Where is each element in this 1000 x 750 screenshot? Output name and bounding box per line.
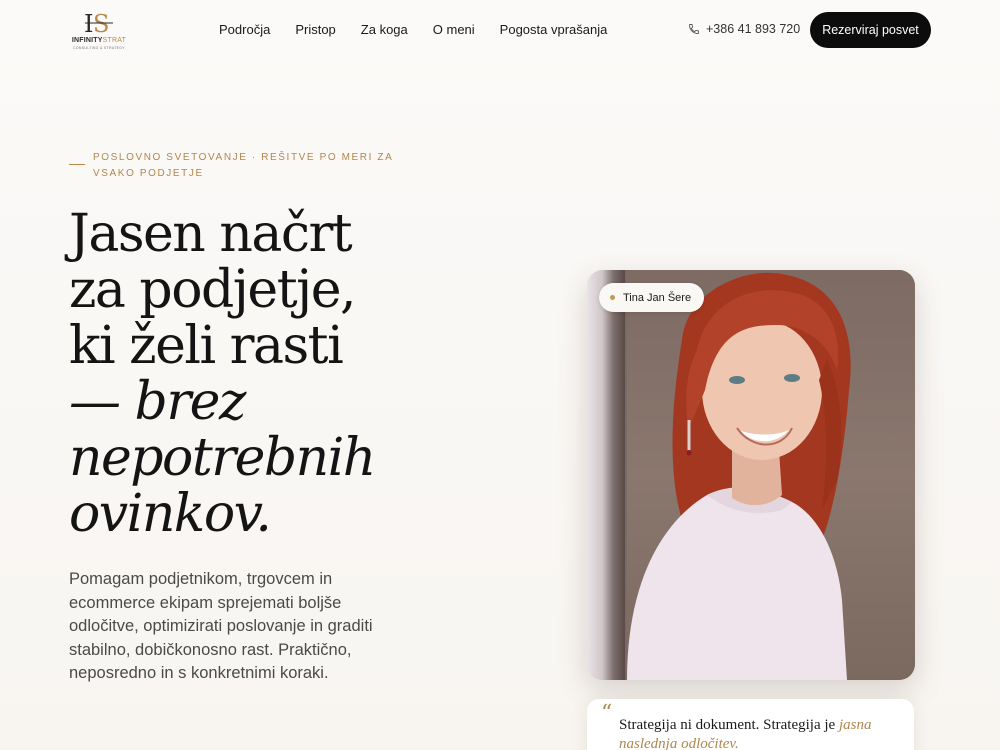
quote-mark-icon: “ — [601, 701, 613, 726]
headline-line-3: ki želi rasti — [69, 316, 344, 376]
book-consultation-button[interactable]: Rezerviraj posvet — [810, 12, 931, 48]
monogram-icon: I S — [84, 10, 113, 36]
phone-link[interactable]: +386 41 893 720 — [688, 22, 800, 36]
portrait-illustration — [627, 272, 851, 680]
brand-wordmark: INFINITYSTRAT — [71, 37, 127, 44]
nav-item-za-koga[interactable]: Za koga — [361, 22, 408, 37]
phone-icon — [689, 24, 699, 34]
nav-item-o-meni[interactable]: O meni — [433, 22, 475, 37]
brand-logo[interactable]: I S INFINITYSTRAT CONSULTING & STRATEGY — [68, 10, 130, 50]
badge-name: Tina Jan Šere — [623, 291, 692, 304]
brand-tagline: CONSULTING & STRATEGY — [73, 46, 125, 50]
headline-line-6: ovinkov. — [69, 484, 272, 544]
hero-eyebrow: POSLOVNO SVETOVANJE · REŠITVE PO MERI ZA… — [93, 152, 393, 179]
quote-text-plain: Strategija ni dokument. Strategija je — [619, 717, 839, 733]
hero-headline: Jasen načrt za podjetje, ki želi rasti —… — [69, 206, 489, 542]
main-nav: Področja Pristop Za koga O meni Pogosta … — [219, 22, 632, 37]
nav-item-pristop[interactable]: Pristop — [295, 22, 335, 37]
quote-text: Strategija ni dokument. Strategija je ja… — [619, 716, 889, 750]
hero-lead-text: Pomagam podjetnikom, trgovcem in ecommer… — [69, 570, 373, 682]
headline-line-2: za podjetje, — [69, 260, 357, 320]
site-header: I S INFINITYSTRAT CONSULTING & STRATEGY … — [0, 0, 1000, 60]
eyebrow-divider — [69, 164, 85, 165]
headline-line-5: nepotrebnih — [69, 428, 376, 488]
nav-item-podrocja[interactable]: Področja — [219, 22, 270, 37]
nav-item-faq[interactable]: Pogosta vprašanja — [500, 22, 608, 37]
phone-number: +386 41 893 720 — [706, 22, 801, 36]
portrait-photo — [587, 270, 915, 680]
name-badge: Tina Jan Šere — [599, 283, 705, 312]
headline-line-4: — brez — [69, 372, 246, 432]
badge-dot-icon — [610, 295, 615, 300]
headline-line-1: Jasen načrt — [69, 204, 353, 264]
